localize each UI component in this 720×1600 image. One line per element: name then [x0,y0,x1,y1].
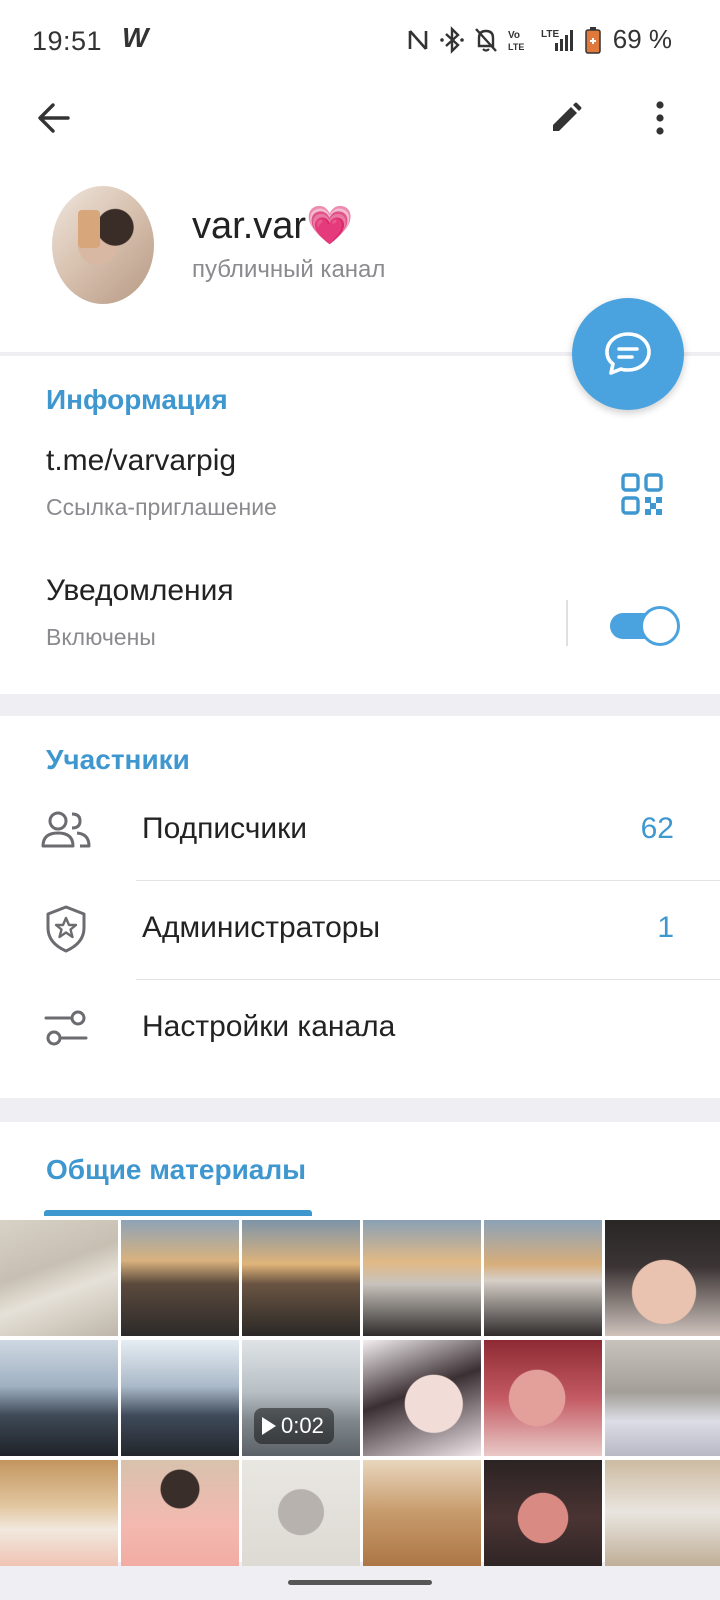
members-section: Участники Подписчики 62 Администраторы 1… [0,716,720,1098]
media-grid: 0:02 [0,1220,720,1576]
media-thumbnail[interactable] [363,1220,481,1336]
media-thumbnail[interactable] [0,1220,118,1336]
channel-settings-row[interactable]: Настройки канала [0,978,720,1078]
bluetooth-icon [439,25,464,54]
info-section-title: Информация [46,384,228,415]
channel-settings-label: Настройки канала [142,1010,396,1043]
media-video-thumbnail[interactable]: 0:02 [242,1340,360,1456]
notifications-toggle[interactable] [610,606,680,646]
status-icons: Vo LTE LTE 69 % [405,24,672,55]
media-thumbnail[interactable] [605,1220,720,1336]
app-notification-icon: W [122,22,149,53]
media-thumbnail[interactable] [605,1460,720,1576]
pencil-icon [553,102,582,131]
arrow-back-icon [38,103,70,133]
people-icon [41,811,91,848]
shield-star-icon [46,905,86,953]
chat-bubble-icon [605,332,651,375]
nfc-icon [408,29,428,50]
media-thumbnail[interactable] [121,1340,239,1456]
members-section-title: Участники [46,744,190,775]
qr-code-icon[interactable] [620,472,664,516]
notifications-label: Уведомления [46,574,234,607]
subscribers-row[interactable]: Подписчики 62 [0,780,720,880]
subscribers-label: Подписчики [142,812,308,845]
notifications-off-icon [474,27,497,52]
status-time: 19:51 [32,26,103,56]
subscribers-count: 62 [640,812,674,845]
tab-shared-media[interactable]: Общие материалы [46,1154,306,1186]
back-button[interactable] [26,90,82,146]
media-thumbnail[interactable] [363,1460,481,1576]
media-thumbnail[interactable] [484,1340,602,1456]
notifications-state: Включены [46,624,156,650]
volte-icon: VoLTE [508,30,524,52]
system-nav-bar [0,1566,720,1600]
svg-text:LTE: LTE [508,42,524,52]
sliders-icon [44,1010,88,1046]
media-thumbnail[interactable] [121,1220,239,1336]
channel-subtitle: публичный канал [192,256,386,283]
battery-percent: 69 % [612,24,672,54]
administrators-count: 1 [657,911,674,944]
media-thumbnail[interactable] [484,1460,602,1576]
administrators-row[interactable]: Администраторы 1 [0,879,720,979]
media-thumbnail[interactable] [484,1220,602,1336]
lte-signal-icon: LTE [541,29,573,51]
media-thumbnail[interactable] [605,1340,720,1456]
video-duration: 0:02 [281,1413,324,1438]
home-gesture-handle[interactable] [288,1580,432,1585]
invite-link: t.me/varvarpig [46,444,237,477]
video-duration-badge: 0:02 [254,1408,334,1444]
tab-indicator [44,1210,312,1216]
channel-name: var.var💗 [192,205,354,247]
shared-media-section: Общие материалы 0:02 [0,1122,720,1576]
media-thumbnail[interactable] [242,1220,360,1336]
channel-avatar[interactable] [52,186,154,304]
divider [566,600,568,646]
status-bar: 19:51 W Vo LTE LTE 69 % [0,0,720,80]
more-vert-icon [656,101,664,135]
media-thumbnail[interactable] [0,1340,118,1456]
media-thumbnail[interactable] [242,1460,360,1576]
administrators-label: Администраторы [142,911,381,944]
edit-button[interactable] [538,90,594,146]
media-thumbnail[interactable] [0,1460,118,1576]
media-thumbnail[interactable] [363,1340,481,1456]
svg-text:LTE: LTE [541,29,559,40]
invite-link-caption: Ссылка-приглашение [46,494,277,520]
media-thumbnail[interactable] [121,1460,239,1576]
svg-text:Vo: Vo [508,30,520,41]
battery-saver-icon [584,26,601,54]
more-menu-button[interactable] [632,90,688,146]
play-icon [262,1417,276,1435]
discussion-fab[interactable] [572,298,684,410]
